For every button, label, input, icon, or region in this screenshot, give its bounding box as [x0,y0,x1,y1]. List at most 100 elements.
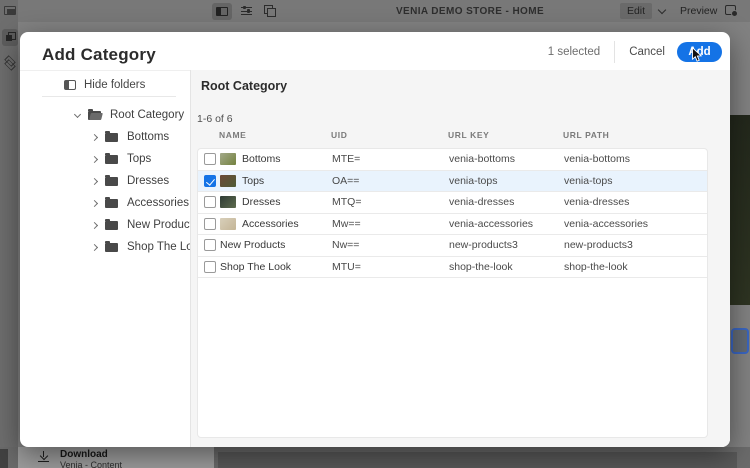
row-checkbox[interactable] [204,175,216,187]
row-url-key: new-products3 [449,239,564,251]
tree-item[interactable]: Root Category [20,104,190,126]
sidebar-divider [42,96,176,97]
folder-icon [105,133,118,142]
column-uid: UID [331,130,448,140]
tree-item[interactable]: Bottoms [20,126,190,148]
checkbox-cell [198,239,218,251]
folder-icon [105,177,118,186]
tree-chevron-icon[interactable] [91,221,98,228]
row-name: Accessories [242,218,299,230]
table-row[interactable]: Accessories Mw== venia-accessories venia… [198,214,707,236]
page-settings-icon[interactable] [725,5,736,15]
row-name: Tops [242,175,264,187]
background-page-image [730,115,750,305]
tree-item-label: Root Category [110,109,184,121]
row-url-key: venia-dresses [449,196,564,208]
row-url-key: venia-tops [449,175,564,187]
row-url-key: venia-accessories [449,218,564,230]
selected-count: 1 selected [548,46,600,58]
layers-icon[interactable] [4,56,14,68]
name-cell: Bottoms [218,153,332,165]
side-panel-toggle[interactable] [212,3,232,20]
side-panel-icon [216,7,228,16]
tree-chevron-icon[interactable] [91,243,98,250]
tree-item[interactable]: New Products [20,214,190,236]
tree-item-label: Bottoms [127,131,169,143]
download-panel[interactable]: Download Venia - Content [18,447,214,468]
tree-item-label: Accessories [127,197,189,209]
header-divider [614,41,615,63]
tree-item[interactable]: Dresses [20,170,190,192]
dialog-header-actions: 1 selected Cancel Add [548,42,722,62]
table-header: NAME UID URL KEY URL PATH [197,130,708,140]
row-url-path: new-products3 [564,239,707,251]
tree-item[interactable]: Accessories [20,192,190,214]
rail-selected-item[interactable] [2,29,18,46]
folder-icon [105,221,118,230]
row-uid: Nw== [332,239,449,251]
row-url-key: venia-bottoms [449,153,564,165]
table-row[interactable]: Dresses MTQ= venia-dresses venia-dresses [198,192,707,214]
tree-item[interactable]: Shop The Look [20,236,190,258]
background-content-edge [218,452,737,468]
checkbox-cell [198,261,218,273]
name-cell: Shop The Look [218,261,332,273]
tree-item-label: Dresses [127,175,169,187]
tree-chevron-icon[interactable] [91,133,98,140]
table-row[interactable]: Bottoms MTE= venia-bottoms venia-bottoms [198,149,707,171]
tree-chevron-icon[interactable] [74,110,81,117]
table-row[interactable]: Shop The Look MTU= shop-the-look shop-th… [198,257,707,279]
tree-item-label: Tops [127,153,151,165]
row-thumbnail [220,153,236,165]
row-checkbox[interactable] [204,218,216,230]
pane-heading: Root Category [201,79,287,93]
tree-chevron-icon[interactable] [91,199,98,206]
rail-bottom-notch [0,449,8,468]
row-checkbox[interactable] [204,239,216,251]
background-focused-button [731,328,749,354]
checkbox-cell [198,175,218,187]
cancel-button[interactable]: Cancel [629,46,665,58]
add-category-dialog: Add Category 1 selected Cancel Add Hide … [20,32,730,447]
copy-pages-icon [6,32,15,41]
folder-tree: Root Category Bottoms Tops Dresses Acces… [20,104,190,258]
row-checkbox[interactable] [204,153,216,165]
row-name: Dresses [242,196,281,208]
tree-chevron-icon[interactable] [91,177,98,184]
tree-item[interactable]: Tops [20,148,190,170]
row-uid: MTE= [332,153,449,165]
column-url-key: URL KEY [448,130,563,140]
table-row[interactable]: New Products Nw== new-products3 new-prod… [198,235,707,257]
preview-button[interactable]: Preview [680,5,717,17]
row-name: New Products [220,239,285,251]
edit-mode-button[interactable]: Edit [620,3,652,19]
hide-folders-icon [64,80,76,90]
page-properties-icon[interactable] [241,6,252,16]
name-cell: Tops [218,175,332,187]
category-table: Bottoms MTE= venia-bottoms venia-bottoms… [197,148,708,438]
row-thumbnail [220,218,236,230]
emulator-icon[interactable] [264,5,276,17]
folder-sidebar: Hide folders Root Category Bottoms Tops … [20,70,190,447]
row-uid: Mw== [332,218,449,230]
checkbox-cell [198,196,218,208]
table-row[interactable]: Tops OA== venia-tops venia-tops [198,171,707,193]
folder-icon [105,199,118,208]
row-uid: MTU= [332,261,449,273]
row-url-path: shop-the-look [564,261,707,273]
row-checkbox[interactable] [204,196,216,208]
sites-icon[interactable] [4,6,16,15]
row-checkbox[interactable] [204,261,216,273]
row-url-key: shop-the-look [449,261,564,273]
hide-folders-button[interactable]: Hide folders [64,79,145,91]
row-thumbnail [220,175,236,187]
row-name: Bottoms [242,153,281,165]
folder-icon [105,155,118,164]
folder-icon [105,243,118,252]
add-button[interactable]: Add [677,42,722,62]
result-count: 1-6 of 6 [197,113,233,125]
category-pane: Root Category 1-6 of 6 NAME UID URL KEY … [190,70,730,447]
download-label: Download [60,449,108,460]
tree-chevron-icon[interactable] [91,155,98,162]
row-uid: OA== [332,175,449,187]
